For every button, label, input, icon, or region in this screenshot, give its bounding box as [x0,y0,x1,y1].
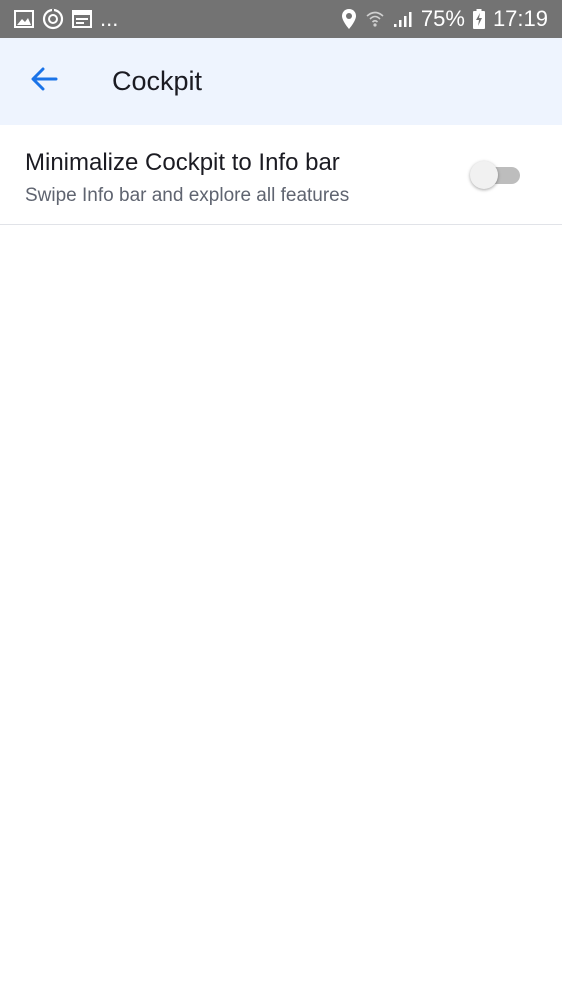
app-bar: Cockpit [0,38,562,125]
signal-icon [393,10,413,28]
setting-subtitle: Swipe Info bar and explore all features [25,184,350,206]
status-bar-right: 75% 17:19 [341,6,548,32]
page-title: Cockpit [112,66,203,96]
setting-text: Minimalize Cockpit to Info bar Swipe Inf… [25,143,349,207]
status-overflow: ... [100,6,119,31]
status-time: 17:19 [492,6,548,31]
setting-title: Minimalize Cockpit to Info bar [25,148,340,176]
battery-percent: 75% [420,6,465,31]
sync-icon [42,8,64,30]
image-icon [14,10,34,28]
location-icon [341,8,357,30]
arrow-left-icon [30,67,58,96]
minimize-cockpit-toggle[interactable] [470,160,522,190]
setting-row-minimize-cockpit[interactable]: Minimalize Cockpit to Info bar Swipe Inf… [0,125,562,225]
wifi-icon [365,9,385,29]
status-bar-left: ... [14,6,118,32]
back-button[interactable] [14,52,74,112]
calendar-icon [72,10,92,28]
battery-charging-icon [472,9,485,29]
toggle-thumb [470,160,498,189]
status-bar: ... 75% 17:19 [0,0,562,38]
